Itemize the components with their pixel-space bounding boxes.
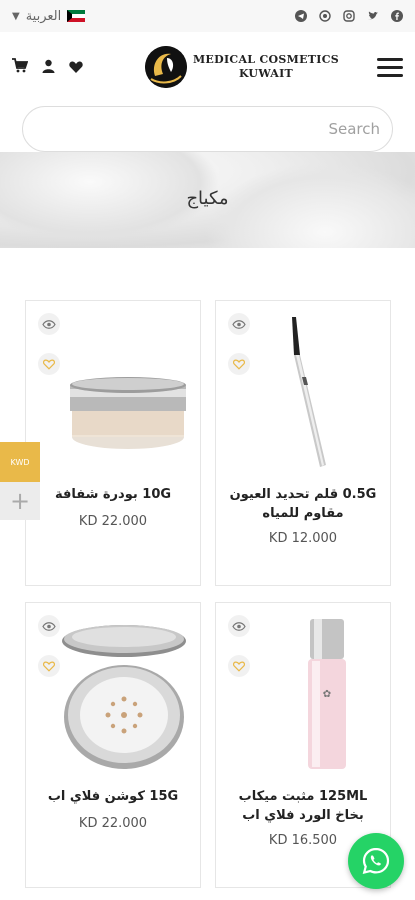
currency-switcher[interactable]: KWD (0, 442, 40, 482)
product-image-cushion[interactable] (46, 617, 186, 777)
user-icon[interactable] (42, 58, 55, 77)
site-logo[interactable]: MEDICAL COSMETICS KUWAIT (144, 46, 339, 88)
telegram-icon[interactable] (295, 10, 307, 22)
logo-mark (144, 46, 187, 88)
product-title[interactable]: 125ML مثبت ميكاب بخاخ الورد فلاي اب (224, 787, 382, 825)
hamburger-menu-icon[interactable] (376, 57, 403, 77)
category-title: مكياج (186, 188, 229, 209)
search-input[interactable] (23, 120, 380, 138)
category-banner: مكياج (0, 152, 415, 248)
product-title[interactable]: 15G كوشن فلاي اب (34, 787, 192, 806)
twitter-icon[interactable] (367, 10, 379, 22)
site-header: MEDICAL COSMETICS KUWAIT (0, 32, 415, 102)
product-title[interactable]: 0.5G قلم تحديد العيون مقاوم للمياه (224, 485, 382, 523)
product-title[interactable]: 10G بودرة شفافة (34, 485, 192, 504)
product-image-setting-spray[interactable]: ✿ (236, 617, 376, 777)
whatsapp-icon[interactable] (319, 10, 331, 22)
chevron-down-icon: ▼ (12, 10, 20, 22)
whatsapp-icon (362, 847, 390, 875)
logo-text: MEDICAL COSMETICS KUWAIT (193, 53, 339, 81)
cart-icon[interactable] (12, 57, 29, 77)
product-image-eyeliner[interactable] (236, 315, 376, 475)
product-card[interactable]: 15G كوشن فلاي اب KD 22.000 (25, 602, 201, 888)
svg-text:✿: ✿ (323, 689, 331, 700)
product-card[interactable]: 0.5G قلم تحديد العيون مقاوم للمياه KD 12… (215, 300, 391, 586)
product-price: KD 22.000 (78, 514, 148, 529)
kuwait-flag-icon (67, 10, 86, 22)
language-switcher[interactable]: ▼ العربية (12, 8, 86, 24)
product-price: KD 22.000 (78, 816, 148, 831)
product-price: KD 12.000 (268, 531, 338, 546)
header-actions (12, 57, 107, 77)
product-image-powder[interactable] (46, 315, 186, 475)
whatsapp-chat-button[interactable] (348, 833, 404, 889)
social-links (295, 10, 403, 22)
search-box (22, 106, 393, 152)
logo-line-1: MEDICAL COSMETICS (192, 53, 340, 66)
product-card[interactable]: 10G بودرة شفافة KD 22.000 (25, 300, 201, 586)
search-bar (0, 102, 415, 154)
expand-plus-button[interactable]: + (0, 482, 40, 520)
language-label: العربية (25, 8, 62, 24)
top-bar: ▼ العربية (0, 0, 415, 32)
wishlist-heart-icon[interactable] (69, 58, 83, 77)
instagram-icon[interactable] (343, 10, 355, 22)
logo-line-2: KUWAIT (238, 67, 294, 80)
facebook-icon[interactable] (391, 10, 403, 22)
